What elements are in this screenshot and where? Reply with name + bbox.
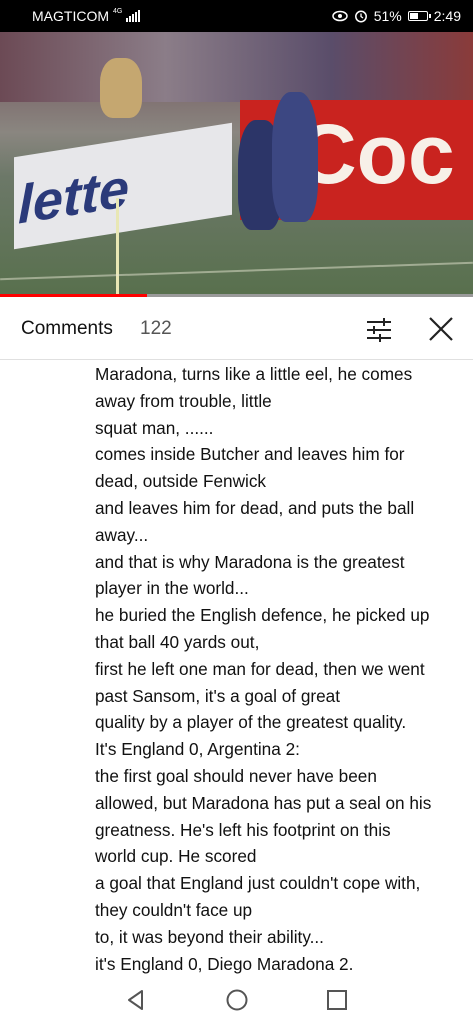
recents-button[interactable] xyxy=(323,986,351,1014)
comments-title: Comments xyxy=(21,318,113,339)
sort-comments-button[interactable] xyxy=(362,314,396,346)
video-player[interactable]: lette Coc xyxy=(0,32,473,296)
status-bar-left: MAGTICOM 4G xyxy=(32,7,141,24)
network-type: 4G xyxy=(113,7,123,15)
carrier-name: MAGTICOM xyxy=(32,8,109,24)
comment-line: allowed, but Maradona has put a seal on … xyxy=(95,792,432,813)
comment-line: squat man, ...... xyxy=(95,417,214,438)
close-comments-button[interactable] xyxy=(424,314,458,346)
home-button[interactable] xyxy=(223,986,251,1014)
comment-line: greatness. He's left his footprint on th… xyxy=(95,819,391,840)
advertising-board-left: lette xyxy=(14,122,232,250)
battery-icon xyxy=(407,11,431,21)
comment-line: Maradona, turns like a little eel, he co… xyxy=(95,364,413,384)
comment-line: quality by a player of the greatest qual… xyxy=(95,712,407,733)
video-progress-bar[interactable] xyxy=(0,294,473,297)
comment-line: a goal that England just couldn't cope w… xyxy=(95,873,421,894)
comment-line: comes inside Butcher and leaves him for xyxy=(95,444,405,465)
comment-line: to, it was beyond their ability... xyxy=(95,926,324,947)
video-crowd-background xyxy=(0,32,473,102)
video-progress-fill xyxy=(0,294,147,297)
eye-comfort-icon xyxy=(331,10,348,22)
comment-line: first he left one man for dead, then we … xyxy=(95,658,425,679)
signal-icon xyxy=(126,10,141,22)
battery-percent: 51% xyxy=(373,8,402,24)
status-bar-right: 51% 2:49 xyxy=(331,8,461,24)
comment-line: and that is why Maradona is the greatest xyxy=(95,551,405,572)
system-navigation-bar xyxy=(0,976,473,1024)
comment-line: the first goal should never have been xyxy=(95,765,377,786)
comment-line: away... xyxy=(95,524,149,545)
comment-line: past Sansom, it's a goal of great xyxy=(95,685,340,706)
back-button[interactable] xyxy=(122,986,150,1014)
close-icon xyxy=(429,317,453,341)
comment-line: world cup. He scored xyxy=(95,846,257,867)
comment-line: dead, outside Fenwick xyxy=(95,471,267,492)
comment-line: it's England 0, Diego Maradona 2. xyxy=(95,953,354,974)
recents-square-icon xyxy=(327,990,347,1010)
sign-left-text: lette xyxy=(18,158,130,236)
tune-icon xyxy=(367,318,391,342)
corner-flag xyxy=(116,198,119,294)
alarm-icon xyxy=(354,10,367,23)
comment-line: and leaves him for dead, and puts the ba… xyxy=(95,497,415,518)
clock: 2:49 xyxy=(433,8,461,24)
comment-line: away from trouble, little xyxy=(95,390,272,411)
home-circle-icon xyxy=(226,989,248,1011)
pitch-line xyxy=(0,261,473,281)
comment-line: It's England 0, Argentina 2: xyxy=(95,739,300,760)
comment-line: that ball 40 yards out, xyxy=(95,631,260,652)
comment-line: he buried the English defence, he picked… xyxy=(95,605,430,626)
comment-line: player in the world... xyxy=(95,578,249,599)
comment-text: Maradona, turns like a little eel, he co… xyxy=(95,361,465,977)
video-player-figure xyxy=(100,58,142,118)
video-player-figure xyxy=(272,92,318,222)
comments-header: Comments 122 xyxy=(0,300,473,360)
back-triangle-icon xyxy=(128,990,143,1010)
status-bar: MAGTICOM 4G 51% 2:49 xyxy=(0,0,473,32)
comment-line: they couldn't face up xyxy=(95,899,253,920)
sign-right-text: Coc xyxy=(296,107,455,201)
comments-count: 122 xyxy=(140,318,172,339)
